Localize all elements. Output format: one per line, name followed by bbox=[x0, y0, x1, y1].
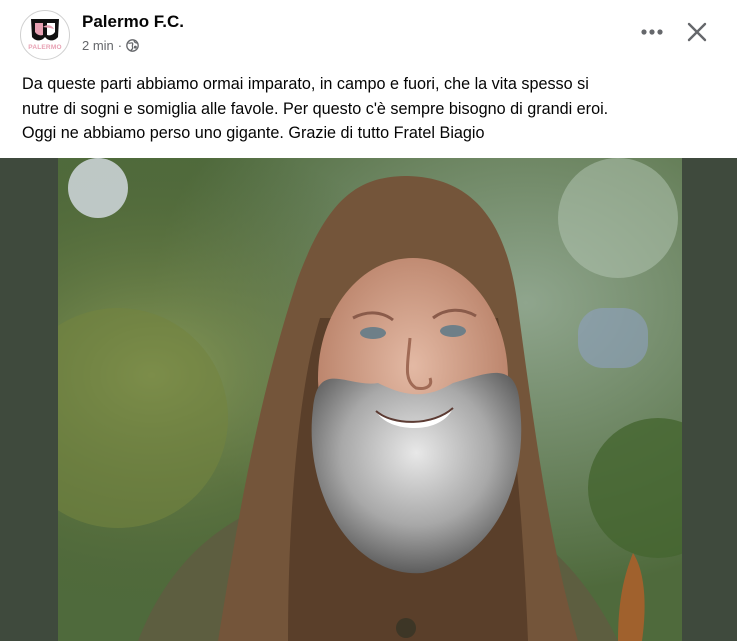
post-photo[interactable] bbox=[58, 158, 682, 641]
avatar-label: PALERMO bbox=[28, 44, 62, 51]
page-avatar[interactable]: PALERMO bbox=[20, 10, 70, 60]
close-button[interactable] bbox=[680, 15, 714, 49]
caption-line: Oggi ne abbiamo perso uno gigante. Grazi… bbox=[22, 124, 485, 142]
close-icon bbox=[687, 22, 707, 42]
more-options-button[interactable] bbox=[636, 18, 668, 46]
palermo-logo-icon bbox=[22, 12, 68, 58]
page-name[interactable]: Palermo F.C. bbox=[82, 12, 184, 32]
caption-line: Da queste parti abbiamo ormai imparato, … bbox=[22, 75, 589, 93]
post-meta: 2 min · bbox=[82, 38, 139, 53]
post-timestamp[interactable]: 2 min bbox=[82, 38, 114, 53]
caption-line: nutre di sogni e somiglia alle favole. P… bbox=[22, 99, 609, 118]
meta-separator: · bbox=[117, 38, 123, 53]
post-media[interactable] bbox=[0, 158, 737, 641]
post-caption: Da queste parti abbiamo ormai imparato, … bbox=[22, 72, 722, 146]
globe-icon bbox=[126, 39, 139, 52]
post-header: PALERMO Palermo F.C. 2 min · bbox=[0, 0, 737, 64]
more-options-icon bbox=[641, 29, 663, 35]
